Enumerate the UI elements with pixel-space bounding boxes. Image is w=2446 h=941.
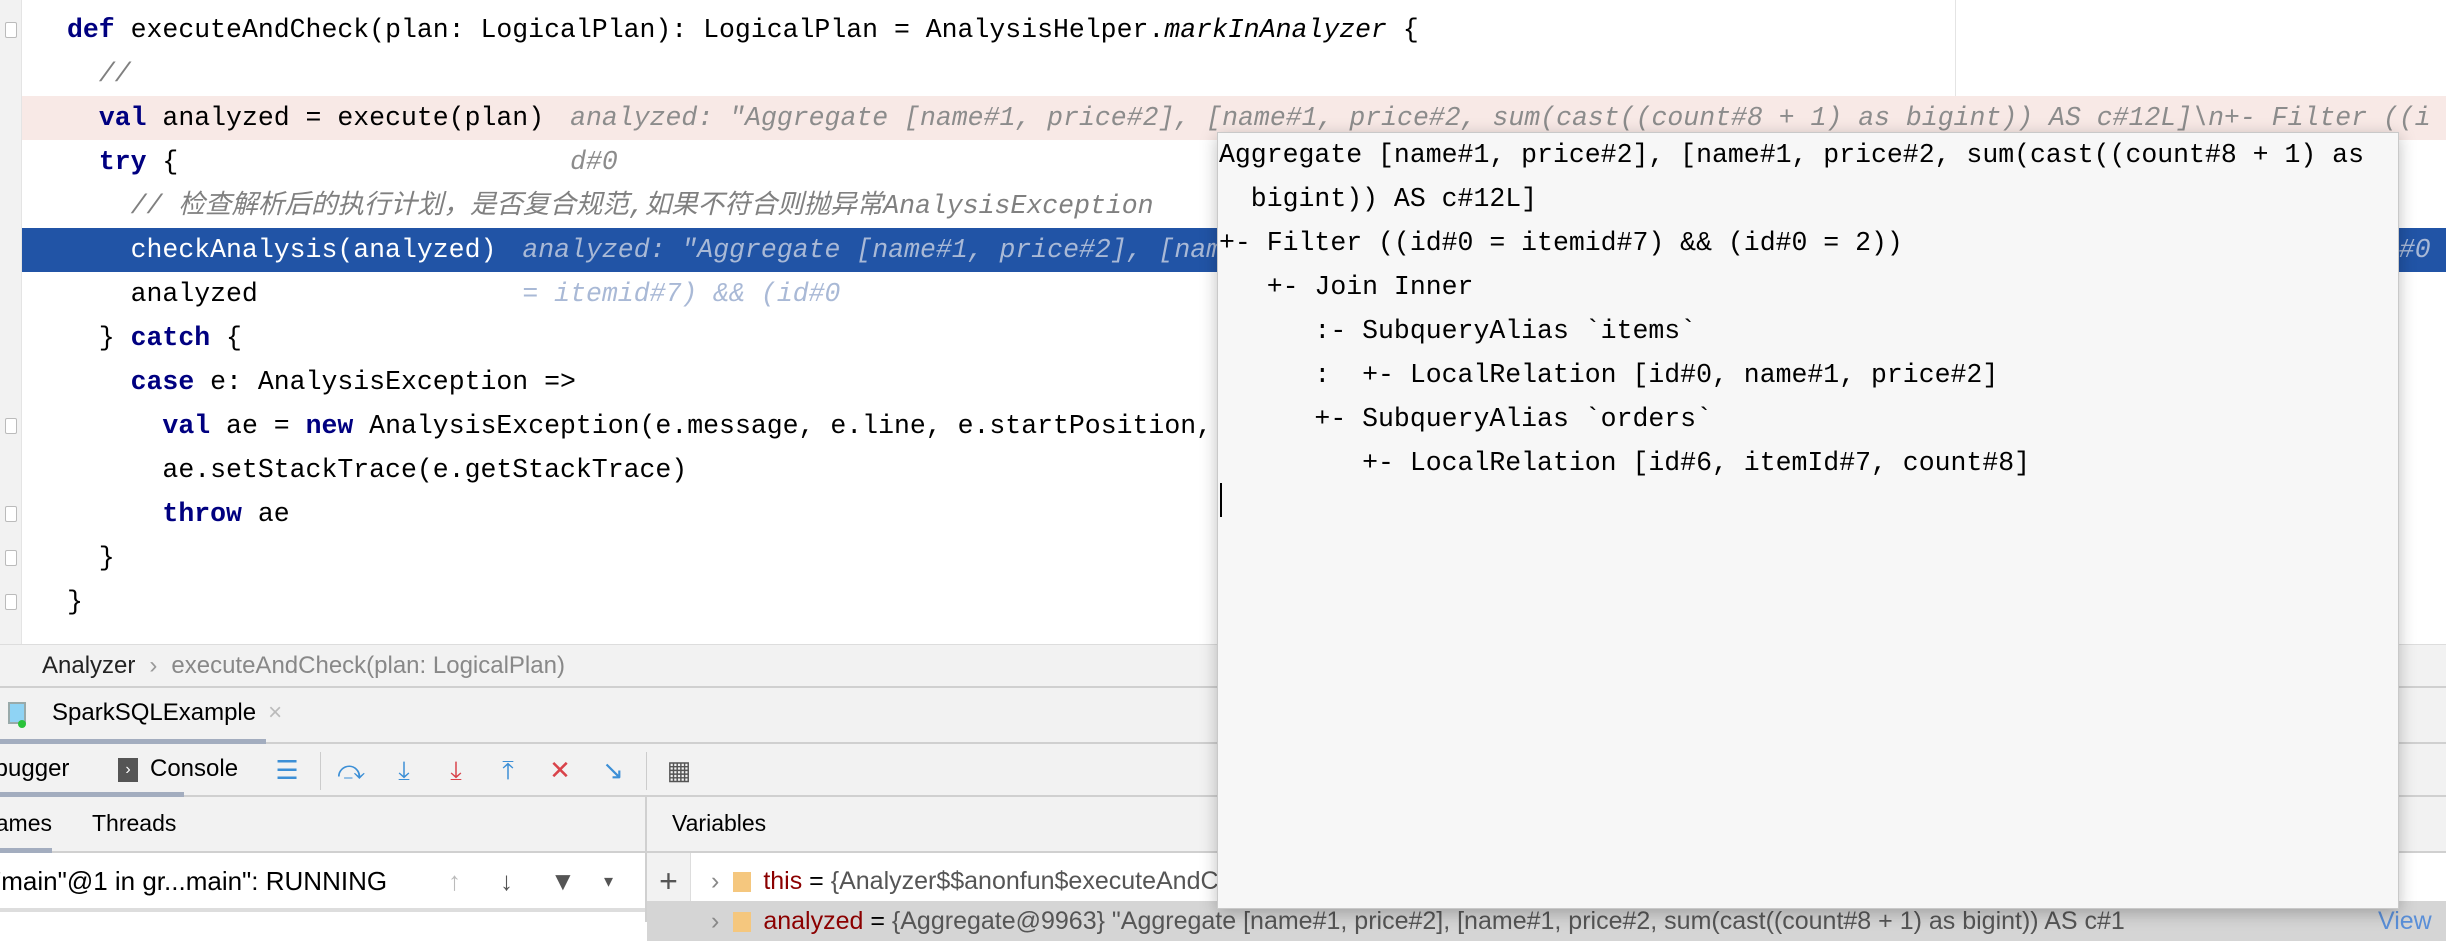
code-text: e: AnalysisException => — [194, 367, 576, 397]
variable-name: this — [763, 867, 803, 895]
chevron-right-icon[interactable]: › — [711, 907, 719, 935]
run-tab-label: SparkSQLExample — [52, 699, 257, 726]
code-text: ae.setStackTrace(e.getStackTrace) — [67, 455, 688, 485]
popup-line: +- Join Inner — [1219, 272, 1474, 302]
code-text: { — [1386, 15, 1419, 45]
tab-frames[interactable]: Frames — [0, 797, 52, 853]
keyword: def — [67, 15, 115, 45]
code-line[interactable]: def executeAndCheck(plan: LogicalPlan): … — [22, 8, 2446, 52]
popup-line: : +- LocalRelation [id#0, name#1, price#… — [1219, 360, 1999, 390]
filter-icon[interactable]: ▼ — [550, 853, 576, 909]
step-over-icon[interactable]: ⤼ — [336, 754, 366, 786]
variable-value: {Aggregate@9963} "Aggregate [name#1, pri… — [891, 907, 2125, 935]
evaluate-expression-icon[interactable]: ▦ — [664, 754, 694, 786]
force-step-into-icon[interactable]: ⤓ — [441, 754, 471, 786]
keyword: case — [130, 367, 195, 397]
popup-text: Aggregate [name#1, price#2], [name#1, pr… — [1219, 133, 2398, 485]
thread-selector-value: "main"@1 in gr...main": RUNNING — [0, 866, 388, 896]
variable-name: analyzed — [763, 907, 864, 935]
code-text: ae = — [210, 411, 306, 441]
tab-console[interactable]: › Console — [118, 744, 238, 797]
toolbar-divider — [320, 752, 321, 790]
code-text: checkAnalysis(analyzed) — [67, 235, 497, 265]
layout-icon[interactable]: ☰ — [272, 754, 302, 786]
text-caret — [1220, 483, 1222, 517]
field-icon — [733, 872, 752, 893]
comment: // 检查解析后的执行计划，是否复合规范,如果不符合则抛异常AnalysisEx… — [130, 191, 1154, 221]
code-text: } — [67, 323, 131, 353]
running-indicator-icon — [18, 720, 26, 728]
value-tooltip-popup[interactable]: Aggregate [name#1, price#2], [name#1, pr… — [1217, 132, 2399, 909]
step-out-icon[interactable]: ⤒ — [493, 754, 523, 786]
breadcrumb-method[interactable]: executeAndCheck(plan: LogicalPlan) — [171, 652, 565, 679]
run-to-cursor-icon[interactable]: ↘ — [598, 754, 628, 786]
toolbar-divider — [646, 752, 647, 790]
chevron-right-icon[interactable]: › — [711, 867, 719, 895]
keyword: try — [98, 147, 147, 177]
code-text: { — [146, 147, 179, 177]
chevron-right-icon: › — [149, 652, 158, 679]
popup-line: +- SubqueryAlias `orders` — [1219, 404, 1712, 434]
drop-frame-icon[interactable]: ✕ — [545, 754, 575, 786]
variables-header: Variables — [672, 810, 767, 836]
tab-console-label: Console — [150, 755, 239, 782]
run-tab-sparksqlexample[interactable]: SparkSQLExample × — [0, 688, 282, 744]
breadcrumb-class[interactable]: Analyzer — [42, 652, 135, 679]
close-icon[interactable]: × — [268, 699, 282, 726]
thread-selector[interactable]: "main"@1 in gr...main": RUNNING ↑ ↓ ▼ ▾ — [0, 853, 645, 912]
code-text: AnalysisException(e.message, e.line, e.s… — [353, 411, 1213, 441]
fold-icon[interactable] — [5, 550, 17, 566]
fold-icon[interactable] — [5, 418, 17, 434]
code-text: analyzed — [67, 279, 258, 309]
popup-line: bigint)) AS c#12L] — [1219, 184, 1538, 214]
keyword: new — [305, 411, 354, 441]
code-text: executeAndCheck(plan: LogicalPlan): Logi… — [114, 15, 1165, 45]
editor-gutter[interactable] — [0, 0, 22, 644]
popup-line: Aggregate [name#1, price#2], [name#1, pr… — [1219, 140, 2364, 170]
fold-icon[interactable] — [5, 22, 17, 38]
code-text: ae — [241, 499, 290, 529]
tab-threads[interactable]: Threads — [92, 797, 176, 849]
code-text: analyzed = execute(plan) — [146, 103, 545, 133]
popup-line: +- Filter ((id#0 = itemid#7) && (id#0 = … — [1219, 228, 1903, 258]
code-line[interactable]: // — [22, 52, 2446, 96]
chevron-down-icon[interactable]: ▾ — [604, 853, 613, 909]
code-text: { — [210, 323, 242, 353]
arrow-up-icon[interactable]: ↑ — [448, 853, 461, 909]
console-icon: › — [118, 757, 138, 782]
tab-debugger-label: Debugger — [0, 755, 70, 782]
keyword: throw — [162, 499, 242, 529]
keyword: catch — [130, 323, 211, 353]
arrow-down-icon[interactable]: ↓ — [500, 853, 513, 909]
code-text: } — [67, 543, 115, 573]
popup-line: +- LocalRelation [id#6, itemId#7, count#… — [1219, 448, 2031, 478]
popup-line: :- SubqueryAlias `items` — [1219, 316, 1697, 346]
fold-icon[interactable] — [5, 506, 17, 522]
step-into-icon[interactable]: ⤓ — [389, 754, 419, 786]
fold-icon[interactable] — [5, 594, 17, 610]
code-text: } — [67, 587, 83, 617]
keyword: val — [98, 103, 147, 133]
field-icon — [733, 912, 752, 933]
keyword: val — [162, 411, 211, 441]
code-text: markInAnalyzer — [1164, 15, 1387, 45]
comment: // — [98, 59, 131, 89]
